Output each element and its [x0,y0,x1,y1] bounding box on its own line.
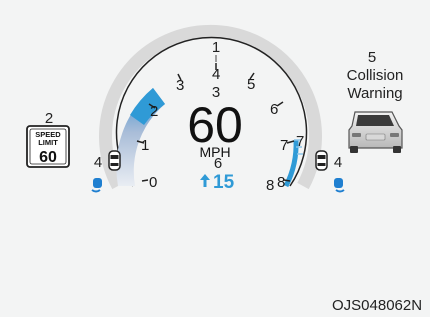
blind-spot-left-icon [91,178,102,193]
callout-5: 5 [368,49,376,66]
cruise-value: 15 [213,172,235,193]
speed-unit: MPH [199,144,230,160]
car-top-view-icon [108,150,121,171]
callout-4-left: 4 [94,154,102,171]
callout-7: 7 [296,133,304,150]
collision-warning-line1: Collision [347,67,404,84]
scale-label-2: 2 [150,103,158,120]
cluster-diagram: 0 1 2 3 4 5 6 7 8 1 2 3 4 4 5 6 7 8 60 M… [0,0,430,317]
scale-label-4: 4 [212,66,220,83]
speed-limit-line2: LIMIT [38,138,58,147]
callout-4-right: 4 [334,154,342,171]
scale-label-8: 8 [277,174,285,191]
blind-spot-right-icon [334,178,345,193]
callout-8: 8 [266,177,274,194]
speed-limit-value: 60 [39,149,57,166]
callout-2: 2 [45,110,53,127]
scale-label-0: 0 [149,174,157,191]
scale-label-3: 3 [176,77,184,94]
speed-limit-sign-icon: SPEED LIMIT 60 [26,125,70,168]
vehicle-rear-view-icon [348,111,403,153]
scale-label-5: 5 [247,76,255,93]
car-top-view-icon [315,150,328,171]
scale-label-7: 7 [280,137,288,154]
scale-label-6: 6 [270,101,278,118]
figure-code: OJS048062N [332,297,422,314]
collision-warning-line2: Warning [347,85,402,102]
cruise-arrow-icon [200,174,210,187]
scale-label-1: 1 [141,137,149,154]
callout-1: 1 [212,39,220,56]
